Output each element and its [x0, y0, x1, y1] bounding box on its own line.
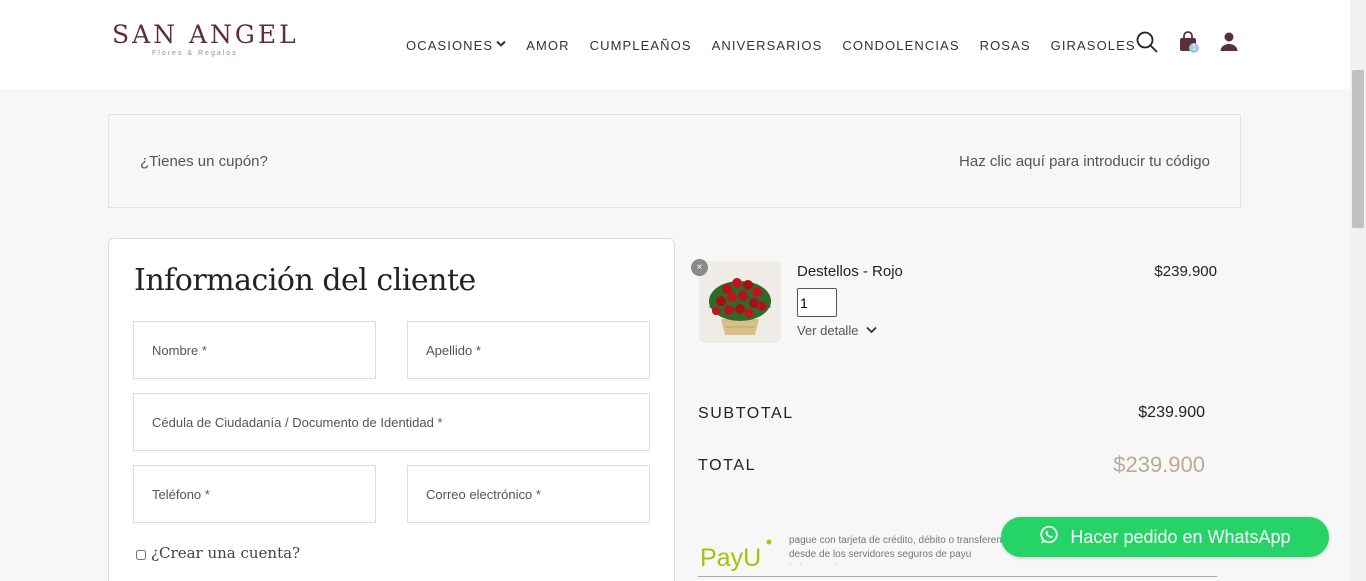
payu-logo-text: PayU [700, 544, 761, 572]
nav-item-label: CONDOLENCIAS [842, 38, 960, 53]
chevron-down-icon [496, 40, 506, 51]
last-name-field [407, 321, 650, 379]
product-name[interactable]: Destellos - Rojo [797, 263, 903, 280]
logo-tagline: Flores & Regalos [152, 50, 238, 57]
view-detail-toggle[interactable]: Ver detalle [797, 323, 878, 338]
nav-item-label: CUMPLEAÑOS [589, 38, 692, 53]
payment-description: pague con tarjeta de crédito, débito o t… [789, 535, 1015, 564]
nav-item-cumpleanos[interactable]: CUMPLEAÑOS [590, 38, 692, 53]
quantity-field [797, 288, 837, 317]
scrollbar-thumb[interactable] [1352, 70, 1364, 228]
whatsapp-button-label: Hacer pedido en WhatsApp [1070, 526, 1291, 547]
header-actions: 1 [1135, 30, 1241, 54]
nav-item-girasoles[interactable]: GIRASOLES [1051, 38, 1136, 53]
user-icon[interactable] [1217, 30, 1241, 54]
nav-item-aniversarios[interactable]: ANIVERSARIOS [712, 38, 823, 53]
subtotal-label: SUBTOTAL [698, 405, 794, 422]
coupon-link[interactable]: Haz clic aquí para introducir tu código [959, 153, 1210, 170]
document-field [133, 393, 650, 451]
coupon-notice: ¿Tienes un cupón? Haz clic aquí para int… [108, 114, 1241, 208]
nav-item-label: GIRASOLES [1050, 38, 1136, 53]
nav-item-amor[interactable]: AMOR [526, 38, 569, 53]
customer-info-card: Información del cliente ¿Crear una cuent… [108, 238, 675, 581]
first-name-input[interactable] [134, 322, 375, 378]
quantity-input[interactable] [798, 289, 836, 316]
shopping-bag-icon[interactable]: 1 [1176, 30, 1200, 54]
nav-item-label: AMOR [526, 38, 570, 53]
total-label: TOTAL [698, 457, 757, 474]
product-image[interactable] [699, 261, 781, 343]
nav-item-label: ANIVERSARIOS [711, 38, 823, 53]
main-nav: OCASIONES AMOR CUMPLEAÑOS ANIVERSARIOS C… [406, 38, 1136, 53]
subtotal-value: $239.900 [1138, 404, 1205, 421]
page-scrollbar[interactable] [1350, 0, 1366, 581]
cart-count-badge: 1 [1189, 43, 1199, 53]
nav-item-rosas[interactable]: ROSAS [980, 38, 1031, 53]
view-detail-label: Ver detalle [797, 323, 859, 338]
total-value: $239.900 [1113, 452, 1205, 477]
remove-item-button[interactable]: × [691, 259, 708, 276]
site-header: SAN ANGEL Flores & Regalos OCASIONES AMO… [0, 0, 1350, 89]
nav-item-label: ROSAS [979, 38, 1031, 53]
email-field [407, 465, 650, 523]
whatsapp-order-button[interactable]: Hacer pedido en WhatsApp [1001, 517, 1329, 557]
first-name-field [133, 321, 376, 379]
divider [698, 576, 1217, 577]
customer-info-title: Información del cliente [134, 263, 476, 298]
phone-field [133, 465, 376, 523]
nav-item-label: OCASIONES [406, 38, 494, 53]
product-price: $239.900 [1154, 263, 1217, 280]
document-input[interactable] [134, 394, 649, 450]
whatsapp-icon [1039, 525, 1059, 550]
nav-item-condolencias[interactable]: CONDOLENCIAS [842, 38, 959, 53]
chevron-down-icon [866, 325, 878, 337]
search-icon[interactable] [1135, 30, 1159, 54]
create-account-checkbox[interactable] [136, 549, 146, 560]
site-logo[interactable]: SAN ANGEL Flores & Regalos [112, 20, 299, 66]
create-account-option[interactable]: ¿Crear una cuenta? [136, 544, 300, 562]
phone-input[interactable] [134, 466, 375, 522]
email-input[interactable] [408, 466, 649, 522]
last-name-input[interactable] [408, 322, 649, 378]
nav-item-ocasiones[interactable]: OCASIONES [406, 38, 506, 53]
payu-logo: PayU [700, 535, 775, 575]
logo-name: SAN ANGEL [112, 20, 299, 49]
coupon-question: ¿Tienes un cupón? [140, 153, 268, 170]
create-account-label: ¿Crear una cuenta? [151, 544, 301, 562]
